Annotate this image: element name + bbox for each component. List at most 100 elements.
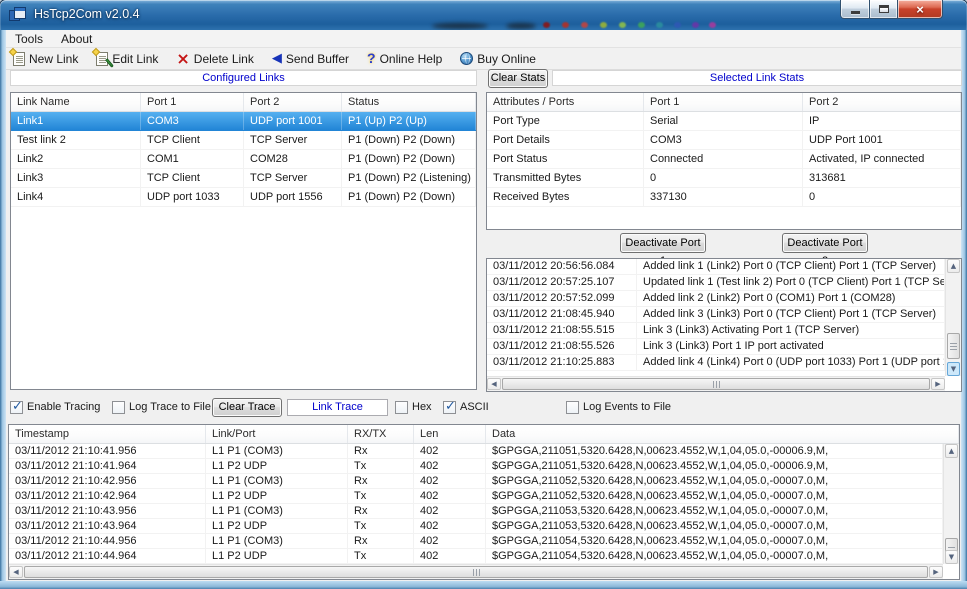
log-events-checkbox[interactable] <box>566 401 579 414</box>
trace-row[interactable]: 03/11/2012 21:10:43.956L1 P1 (COM3)Rx402… <box>9 504 943 519</box>
column-header-rxtx[interactable]: RX/TX <box>348 425 414 443</box>
cell: UDP port 1556 <box>244 188 342 206</box>
log-trace-label[interactable]: Log Trace to File <box>129 401 211 414</box>
column-header-status[interactable]: Status <box>342 93 476 111</box>
hex-checkbox[interactable] <box>395 401 408 414</box>
scroll-thumb[interactable] <box>502 378 930 390</box>
column-header-link-name[interactable]: Link Name <box>11 93 141 111</box>
online-help-icon: ? <box>367 51 376 66</box>
cell: Port Status <box>487 150 644 168</box>
send-buffer-button[interactable]: ◀ Send Buffer <box>270 49 351 69</box>
clear-stats-button[interactable]: Clear Stats <box>488 69 548 88</box>
column-header-stats-port1[interactable]: Port 1 <box>644 93 803 111</box>
clear-trace-button[interactable]: Clear Trace <box>212 398 282 417</box>
trace-row[interactable]: 03/11/2012 21:10:42.964L1 P2 UDPTx402$GP… <box>9 489 943 504</box>
scroll-thumb[interactable] <box>24 566 928 578</box>
cell: IP <box>803 112 961 130</box>
minimize-icon <box>851 11 860 14</box>
scroll-right-button[interactable]: ▶ <box>929 566 943 578</box>
cell: P1 (Up) P2 (Up) <box>342 112 476 130</box>
menu-about[interactable]: About <box>52 30 101 47</box>
scroll-left-button[interactable]: ◀ <box>487 378 501 390</box>
scroll-up-button[interactable]: ▲ <box>945 444 958 458</box>
link-row[interactable]: Link4UDP port 1033UDP port 1556P1 (Down)… <box>11 188 476 207</box>
buy-online-button[interactable]: Buy Online <box>458 49 538 69</box>
event-row[interactable]: 03/11/2012 21:08:55.515Link 3 (Link3) Ac… <box>487 323 945 339</box>
event-row[interactable]: 03/11/2012 21:08:45.940Added link 3 (Lin… <box>487 307 945 323</box>
client-area: Tools About New Link Edit Link × Delete … <box>6 30 961 581</box>
cell: Port Details <box>487 131 644 149</box>
event-row[interactable]: 03/11/2012 21:10:25.883Added link 4 (Lin… <box>487 355 945 371</box>
new-link-button[interactable]: New Link <box>11 49 80 69</box>
scroll-left-button[interactable]: ◀ <box>9 566 23 578</box>
buy-online-icon <box>460 52 473 65</box>
delete-link-button[interactable]: × Delete Link <box>174 49 255 69</box>
scroll-up-button[interactable]: ▲ <box>947 259 960 273</box>
edit-link-label: Edit Link <box>112 52 158 66</box>
event-row[interactable]: 03/11/2012 20:56:56.084Added link 1 (Lin… <box>487 259 945 275</box>
maximize-button[interactable] <box>870 0 898 19</box>
column-header-port2[interactable]: Port 2 <box>244 93 342 111</box>
column-header-len[interactable]: Len <box>414 425 486 443</box>
cell: 03/11/2012 21:10:43.956 <box>9 504 206 518</box>
column-header-timestamp[interactable]: Timestamp <box>9 425 206 443</box>
edit-link-button[interactable]: Edit Link <box>94 49 160 69</box>
trace-row[interactable]: 03/11/2012 21:10:44.956L1 P1 (COM3)Rx402… <box>9 534 943 549</box>
scroll-thumb[interactable] <box>947 333 960 359</box>
send-buffer-label: Send Buffer <box>286 52 349 66</box>
event-row[interactable]: 03/11/2012 20:57:25.107Updated link 1 (T… <box>487 275 945 291</box>
cell: Port Type <box>487 112 644 130</box>
ascii-checkbox[interactable] <box>443 401 456 414</box>
close-button[interactable]: × <box>898 0 943 19</box>
link-row[interactable]: Link2COM1COM28P1 (Down) P2 (Down) <box>11 150 476 169</box>
event-row[interactable]: 03/11/2012 20:57:52.099Added link 2 (Lin… <box>487 291 945 307</box>
titlebar-reflections <box>543 22 550 28</box>
trace-row[interactable]: 03/11/2012 21:10:44.964L1 P2 UDPTx402$GP… <box>9 549 943 564</box>
link-row[interactable]: Test link 2TCP ClientTCP ServerP1 (Down)… <box>11 131 476 150</box>
cell: Tx <box>348 549 414 563</box>
cell: P1 (Down) P2 (Down) <box>342 188 476 206</box>
minimize-button[interactable] <box>840 0 870 19</box>
deactivate-port1-button[interactable]: Deactivate Port 1 <box>620 233 706 253</box>
log-trace-checkbox[interactable] <box>112 401 125 414</box>
trace-row[interactable]: 03/11/2012 21:10:43.964L1 P2 UDPTx402$GP… <box>9 519 943 534</box>
scroll-down-button[interactable]: ▼ <box>945 550 958 564</box>
enable-tracing-checkbox[interactable] <box>10 401 23 414</box>
trace-vertical-scrollbar[interactable]: ▲ ▼ <box>943 444 959 564</box>
enable-tracing-label[interactable]: Enable Tracing <box>27 401 100 414</box>
deactivate-port2-button[interactable]: Deactivate Port 2 <box>782 233 868 253</box>
trace-horizontal-scrollbar[interactable]: ◀ ▶ <box>9 564 943 579</box>
column-header-stats-port2[interactable]: Port 2 <box>803 93 961 111</box>
cell: 402 <box>414 549 486 563</box>
link-row[interactable]: Link3TCP ClientTCP ServerP1 (Down) P2 (L… <box>11 169 476 188</box>
ascii-label[interactable]: ASCII <box>460 401 489 414</box>
event-log-vertical-scrollbar[interactable]: ▲ ▼ <box>945 259 961 376</box>
app-window: HsTcp2Com v2.0.4 × Tools About New Link … <box>0 0 967 589</box>
cell: $GPGGA,211053,5320.6428,N,00623.4552,W,1… <box>486 504 943 518</box>
cell: 03/11/2012 21:08:55.526 <box>487 339 637 354</box>
cell: Transmitted Bytes <box>487 169 644 187</box>
column-header-linkport[interactable]: Link/Port <box>206 425 348 443</box>
link-row[interactable]: Link1COM3UDP port 1001P1 (Up) P2 (Up) <box>11 112 476 131</box>
stat-row: Received Bytes3371300 <box>487 188 961 207</box>
column-header-attributes[interactable]: Attributes / Ports <box>487 93 644 111</box>
online-help-button[interactable]: ? Online Help <box>365 49 444 69</box>
trace-row[interactable]: 03/11/2012 21:10:41.964L1 P2 UDPTx402$GP… <box>9 459 943 474</box>
hex-label[interactable]: Hex <box>412 401 432 414</box>
link-trace-title: Link Trace <box>287 399 388 416</box>
column-header-port1[interactable]: Port 1 <box>141 93 244 111</box>
column-header-data[interactable]: Data <box>486 425 959 443</box>
cell: L1 P2 UDP <box>206 489 348 503</box>
event-row[interactable]: 03/11/2012 21:08:55.526Link 3 (Link3) Po… <box>487 339 945 355</box>
event-log-horizontal-scrollbar[interactable]: ◀ ▶ <box>487 376 945 391</box>
link-stats-body: Port TypeSerialIPPort DetailsCOM3UDP Por… <box>487 112 961 207</box>
titlebar[interactable]: HsTcp2Com v2.0.4 × <box>0 0 967 30</box>
delete-link-icon: × <box>176 52 189 66</box>
online-help-label: Online Help <box>380 52 443 66</box>
menu-tools[interactable]: Tools <box>6 30 52 47</box>
scroll-right-button[interactable]: ▶ <box>931 378 945 390</box>
log-events-label[interactable]: Log Events to File <box>583 401 671 414</box>
trace-row[interactable]: 03/11/2012 21:10:41.956L1 P1 (COM3)Rx402… <box>9 444 943 459</box>
scroll-down-button[interactable]: ▼ <box>947 362 960 376</box>
trace-row[interactable]: 03/11/2012 21:10:42.956L1 P1 (COM3)Rx402… <box>9 474 943 489</box>
